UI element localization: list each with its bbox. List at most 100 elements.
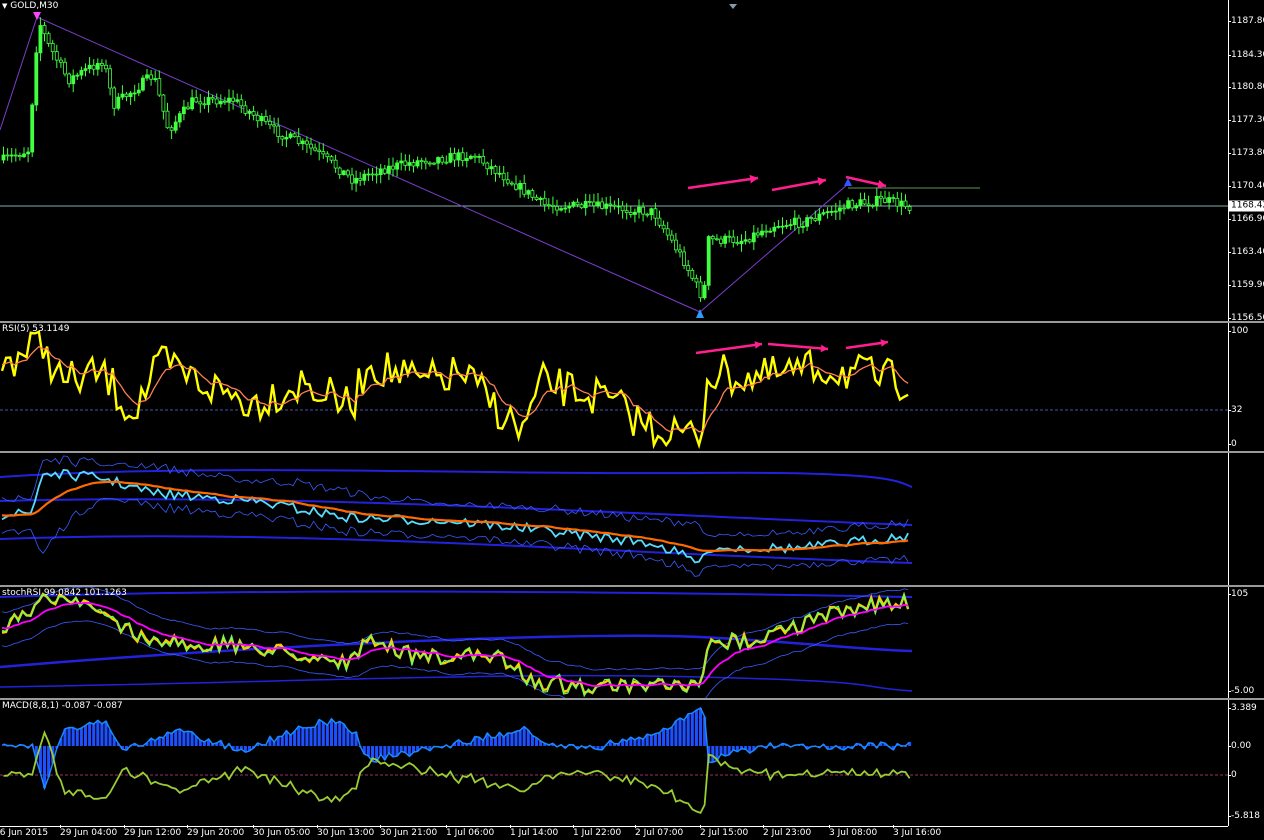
rsi-pane[interactable]: RSI(5) 53.1149 xyxy=(0,323,1228,451)
macd-histogram-bar xyxy=(297,726,301,746)
candle-body xyxy=(833,210,838,213)
candle-body xyxy=(13,154,18,157)
stoch-lower-band xyxy=(0,674,913,692)
macd-histogram-bar xyxy=(334,723,338,746)
candle-body xyxy=(797,217,801,228)
bands-scale[interactable] xyxy=(1228,453,1264,585)
candle-body xyxy=(9,154,14,157)
candle-body xyxy=(153,78,158,81)
candle-body xyxy=(829,210,834,213)
candle-body xyxy=(473,155,477,158)
candle-body xyxy=(825,211,830,214)
candle-body xyxy=(637,206,641,213)
scale-tick-label: 100 xyxy=(1227,326,1249,336)
macd-histogram-bar xyxy=(293,731,297,746)
scale-tick-label: -5.818 xyxy=(1227,811,1261,821)
candle-body xyxy=(505,179,510,184)
candle-body xyxy=(112,87,117,109)
macd-histogram-bar xyxy=(100,723,104,746)
candle-body xyxy=(423,160,428,164)
candle-body xyxy=(612,204,617,207)
candle-body xyxy=(690,270,695,279)
macd-histogram-bar xyxy=(174,730,178,746)
candle-body xyxy=(42,25,47,35)
candle-body xyxy=(895,197,900,207)
macd-scale[interactable]: 3.389 0.00 0 -5.818 xyxy=(1227,700,1264,826)
rsi-scale[interactable]: 100 32 0 xyxy=(1227,323,1264,451)
candle-body xyxy=(140,77,145,91)
candle-body xyxy=(235,99,240,102)
candle-body xyxy=(846,200,850,209)
scale-tick-label: -5.00 xyxy=(1227,686,1255,696)
candle-body xyxy=(284,137,289,140)
scale-tick-label: 3.389 xyxy=(1228,703,1257,713)
macd-pane[interactable]: MACD(8,8,1) -0.087 -0.087 xyxy=(0,700,1228,826)
candle-body xyxy=(678,249,682,253)
shift-marker xyxy=(729,4,737,9)
candle-body xyxy=(747,239,752,243)
scale-tick-label: 1170.40 xyxy=(1227,181,1264,191)
stochrsi-scale[interactable]: 105 -5.00 xyxy=(1227,587,1264,698)
candle-body xyxy=(329,156,334,161)
macd-histogram-bar xyxy=(96,720,100,746)
stochrsi-pane[interactable]: stochRSI 99.0842 101.1263 xyxy=(0,587,1228,698)
macd-histogram-bar xyxy=(690,713,694,746)
candle-body xyxy=(587,201,592,203)
rsi-line xyxy=(0,330,909,450)
price-chart-pane[interactable]: ▼ GOLD,M30 xyxy=(0,0,1228,321)
candle-body xyxy=(497,172,502,175)
macd-histogram-bar xyxy=(682,720,686,746)
candle-body xyxy=(464,158,469,162)
candle-body xyxy=(727,235,732,238)
scale-tick-label: 1187.80 xyxy=(1227,16,1264,26)
time-axis[interactable]: 26 Jun 2015 29 Jun 04:00 29 Jun 12:00 29 Ju… xyxy=(0,825,1228,840)
candle-body xyxy=(108,68,112,89)
candle-body xyxy=(411,162,416,167)
candle-body xyxy=(100,63,104,66)
stoch-upper-band xyxy=(0,590,913,598)
candle-body xyxy=(534,196,539,200)
bollinger-lower-line xyxy=(1,497,909,577)
candle-body xyxy=(575,201,580,206)
candle-body xyxy=(440,157,445,163)
candle-body xyxy=(391,165,395,170)
scale-tick-label: 1173.80 xyxy=(1227,148,1264,158)
candle-body xyxy=(243,105,248,114)
macd-histogram-bar xyxy=(289,735,292,746)
candle-body xyxy=(579,204,584,209)
candle-body xyxy=(321,151,326,155)
candle-body xyxy=(899,200,904,207)
candle-body xyxy=(149,74,154,80)
candle-body xyxy=(555,206,559,211)
candle-body xyxy=(17,155,22,158)
candle-body xyxy=(276,125,281,137)
macd-histogram-bar xyxy=(530,735,534,746)
macd-histogram-bar xyxy=(489,737,493,746)
macd-histogram-bar xyxy=(350,733,354,746)
price-scale[interactable]: 1187.80 1184.30 1180.80 1177.30 1173.80 1170.… xyxy=(1227,0,1264,323)
bands-pane[interactable] xyxy=(0,453,1228,585)
candle-body xyxy=(452,153,457,161)
candle-body xyxy=(79,70,84,76)
candle-body xyxy=(501,172,506,181)
bollinger-upper-line xyxy=(1,455,909,538)
symbol-label: ▼ GOLD,M30 xyxy=(2,1,59,11)
candle-body xyxy=(891,197,896,199)
candle-body xyxy=(71,75,76,85)
candle-body xyxy=(571,201,576,207)
candle-body xyxy=(509,182,514,185)
current-price-tag: 1168.42 xyxy=(1229,200,1264,212)
macd-histogram-bar xyxy=(514,731,518,746)
candle-body xyxy=(354,177,359,184)
candle-body xyxy=(522,182,527,195)
candle-body xyxy=(395,162,400,170)
macd-histogram-bar xyxy=(346,729,350,746)
macd-histogram-bar xyxy=(321,722,325,746)
candle-body xyxy=(268,120,272,126)
candle-body xyxy=(723,235,727,244)
candle-body xyxy=(300,140,305,145)
candle-body xyxy=(83,68,88,71)
zigzag-line xyxy=(0,16,849,313)
candle-body xyxy=(645,213,650,216)
scale-tick-label: 1184.30 xyxy=(1227,50,1264,60)
